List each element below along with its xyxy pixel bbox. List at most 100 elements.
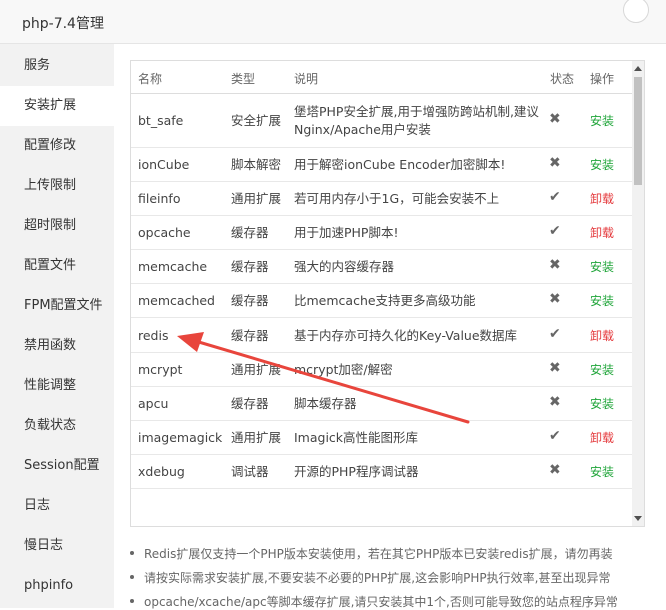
header-name: 名称 bbox=[138, 72, 163, 86]
ext-name: ionCube bbox=[138, 157, 190, 172]
header-desc: 说明 bbox=[294, 72, 319, 86]
extensions-panel: 名称 类型 说明 状态 操作 bt_safe 安全扩展 堡塔PHP安全扩展,用于… bbox=[114, 44, 666, 609]
install-button[interactable]: 安装 bbox=[590, 112, 614, 129]
ext-desc: mcrypt加密/解密 bbox=[294, 362, 393, 377]
table-scrollbar[interactable] bbox=[632, 61, 644, 526]
ext-name: apcu bbox=[138, 396, 169, 411]
sidebar-item-disabled-functions[interactable]: 禁用函数 bbox=[0, 326, 114, 366]
table-row: memcached 缓存器 比memcache支持更多高级功能 ✖ 安装 bbox=[131, 284, 632, 318]
ext-name: memcached bbox=[138, 293, 215, 308]
table-row: memcache 缓存器 强大的内容缓存器 ✖ 安装 bbox=[131, 250, 632, 284]
ext-desc-line2: Nginx/Apache用户安装 bbox=[294, 122, 431, 137]
sidebar-item-config-edit[interactable]: 配置修改 bbox=[0, 126, 114, 166]
status-cross-icon: ✖ bbox=[549, 155, 561, 171]
ext-type: 安全扩展 bbox=[231, 113, 282, 128]
ext-type: 调试器 bbox=[231, 464, 269, 479]
dialog-title: php-7.4管理 bbox=[22, 16, 104, 32]
uninstall-button[interactable]: 卸载 bbox=[590, 327, 614, 344]
bullet-icon bbox=[130, 575, 134, 579]
header-status: 状态 bbox=[550, 72, 575, 86]
table-row: bt_safe 安全扩展 堡塔PHP安全扩展,用于增强防跨站机制,建议 Ngin… bbox=[131, 94, 632, 148]
ext-name: memcache bbox=[138, 259, 208, 274]
dialog-titlebar[interactable]: php-7.4管理 bbox=[0, 0, 666, 44]
ext-desc: 用于加速PHP脚本! bbox=[294, 225, 399, 240]
ext-desc: 堡塔PHP安全扩展,用于增强防跨站机制,建议 bbox=[294, 104, 539, 119]
install-button[interactable]: 安装 bbox=[590, 258, 614, 275]
ext-type: 缓存器 bbox=[231, 328, 269, 343]
ext-type: 通用扩展 bbox=[231, 430, 282, 445]
uninstall-button[interactable]: 卸载 bbox=[590, 224, 614, 241]
ext-desc: 基于内存亦可持久化的Key-Value数据库 bbox=[294, 328, 518, 343]
ext-name: mcrypt bbox=[138, 362, 183, 377]
ext-type: 缓存器 bbox=[231, 259, 269, 274]
table-row: opcache 缓存器 用于加速PHP脚本! ✔ 卸载 bbox=[131, 216, 632, 250]
install-button[interactable]: 安装 bbox=[590, 361, 614, 378]
ext-desc: 若可用内存小于1G，可能会安装不上 bbox=[294, 191, 500, 206]
status-check-icon: ✔ bbox=[549, 223, 561, 239]
table-row: redis 缓存器 基于内存亦可持久化的Key-Value数据库 ✔ 卸载 bbox=[131, 318, 632, 353]
ext-desc: 用于解密ionCube Encoder加密脚本! bbox=[294, 157, 506, 172]
scroll-up-icon[interactable] bbox=[634, 66, 642, 71]
status-cross-icon: ✖ bbox=[549, 462, 561, 478]
status-cross-icon: ✖ bbox=[549, 394, 561, 410]
status-check-icon: ✔ bbox=[549, 189, 561, 205]
sidebar-item-config-file[interactable]: 配置文件 bbox=[0, 246, 114, 286]
uninstall-button[interactable]: 卸载 bbox=[590, 429, 614, 446]
sidebar-item-service[interactable]: 服务 bbox=[0, 46, 114, 86]
install-button[interactable]: 安装 bbox=[590, 395, 614, 412]
help-note-text: Redis扩展仅支持一个PHP版本安装使用，若在其它PHP版本已安装redis扩… bbox=[144, 547, 613, 561]
table-row: apcu 缓存器 脚本缓存器 ✖ 安装 bbox=[131, 387, 632, 421]
sidebar-item-install-extensions[interactable]: 安装扩展 bbox=[0, 86, 114, 126]
scroll-thumb[interactable] bbox=[634, 77, 642, 185]
status-cross-icon: ✖ bbox=[549, 257, 561, 273]
sidebar-item-upload-limit[interactable]: 上传限制 bbox=[0, 166, 114, 206]
uninstall-button[interactable]: 卸载 bbox=[590, 190, 614, 207]
table-row: xdebug 调试器 开源的PHP程序调试器 ✖ 安装 bbox=[131, 455, 632, 489]
status-check-icon: ✔ bbox=[549, 326, 561, 342]
php-manager-dialog: php-7.4管理 服务 安装扩展 配置修改 上传限制 超时限制 配置文件 FP… bbox=[0, 0, 666, 609]
table-row: ionCube 脚本解密 用于解密ionCube Encoder加密脚本! ✖ … bbox=[131, 148, 632, 182]
ext-type: 通用扩展 bbox=[231, 362, 282, 377]
header-op: 操作 bbox=[590, 72, 615, 86]
status-cross-icon: ✖ bbox=[549, 111, 561, 127]
ext-type: 缓存器 bbox=[231, 225, 269, 240]
ext-name: fileinfo bbox=[138, 191, 181, 206]
ext-name: xdebug bbox=[138, 464, 185, 479]
header-type: 类型 bbox=[231, 72, 256, 86]
scroll-down-icon[interactable] bbox=[634, 516, 642, 521]
ext-desc: 开源的PHP程序调试器 bbox=[294, 464, 419, 479]
ext-type: 缓存器 bbox=[231, 293, 269, 308]
ext-name: bt_safe bbox=[138, 113, 184, 128]
status-check-icon: ✔ bbox=[549, 428, 561, 444]
sidebar-item-slow-log[interactable]: 慢日志 bbox=[0, 526, 114, 566]
help-note-text: opcache/xcache/apc等脚本缓存扩展,请只安装其中1个,否则可能导… bbox=[144, 595, 618, 609]
sidebar-item-session-config[interactable]: Session配置 bbox=[0, 446, 114, 486]
table-row: imagemagick 通用扩展 Imagick高性能图形库 ✔ 卸载 bbox=[131, 421, 632, 455]
ext-desc: Imagick高性能图形库 bbox=[294, 430, 419, 445]
ext-type: 脚本解密 bbox=[231, 157, 282, 172]
bullet-icon bbox=[130, 599, 134, 603]
sidebar-item-timeout-limit[interactable]: 超时限制 bbox=[0, 206, 114, 246]
ext-desc: 强大的内容缓存器 bbox=[294, 259, 395, 274]
install-button[interactable]: 安装 bbox=[590, 156, 614, 173]
status-cross-icon: ✖ bbox=[549, 291, 561, 307]
install-button[interactable]: 安装 bbox=[590, 292, 614, 309]
ext-desc: 脚本缓存器 bbox=[294, 396, 357, 411]
install-button[interactable]: 安装 bbox=[590, 463, 614, 480]
sidebar-item-performance[interactable]: 性能调整 bbox=[0, 366, 114, 406]
close-icon[interactable] bbox=[623, 0, 649, 23]
bullet-icon bbox=[130, 551, 134, 555]
sidebar-item-load-status[interactable]: 负载状态 bbox=[0, 406, 114, 446]
sidebar-item-phpinfo[interactable]: phpinfo bbox=[0, 566, 114, 606]
help-note-text: 请按实际需求安装扩展,不要安装不必要的PHP扩展,这会影响PHP执行效率,甚至出… bbox=[144, 571, 611, 585]
extensions-table: 名称 类型 说明 状态 操作 bt_safe 安全扩展 堡塔PHP安全扩展,用于… bbox=[130, 60, 645, 527]
sidebar: 服务 安装扩展 配置修改 上传限制 超时限制 配置文件 FPM配置文件 禁用函数… bbox=[0, 44, 114, 608]
ext-name: redis bbox=[138, 328, 169, 343]
table-row: fileinfo 通用扩展 若可用内存小于1G，可能会安装不上 ✔ 卸载 bbox=[131, 182, 632, 216]
sidebar-item-fpm-config[interactable]: FPM配置文件 bbox=[0, 286, 114, 326]
sidebar-item-log[interactable]: 日志 bbox=[0, 486, 114, 526]
ext-name: imagemagick bbox=[138, 430, 223, 445]
ext-name: opcache bbox=[138, 225, 191, 240]
table-header: 名称 类型 说明 状态 操作 bbox=[131, 61, 632, 94]
ext-desc: 比memcache支持更多高级功能 bbox=[294, 293, 476, 308]
